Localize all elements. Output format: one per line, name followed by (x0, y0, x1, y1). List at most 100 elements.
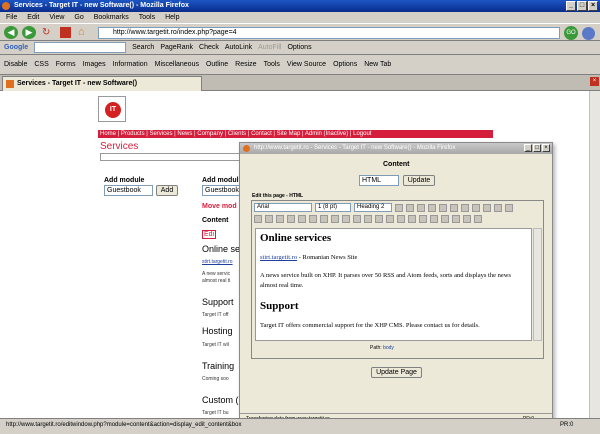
minimize-icon[interactable]: _ (524, 144, 532, 152)
table-icon[interactable] (419, 215, 427, 223)
google-search-input[interactable] (34, 42, 127, 53)
fullscreen-icon[interactable] (441, 215, 449, 223)
maximize-icon[interactable]: □ (533, 144, 541, 152)
editor-path: Path: body (370, 345, 394, 351)
popup-title: http://www.targetit.ro - Services - Targ… (254, 145, 456, 151)
edit-link[interactable]: Edi (202, 230, 217, 239)
text-color-icon[interactable] (364, 215, 372, 223)
webdev-css[interactable]: CSS (34, 61, 48, 68)
html-source-icon[interactable] (430, 215, 438, 223)
add-module-label: Add module (104, 177, 145, 184)
move-module-link[interactable]: Move mod (202, 203, 237, 210)
indent-icon[interactable] (353, 215, 361, 223)
doc-link[interactable]: stirt.targetit.ro (260, 254, 297, 261)
webdev-images[interactable]: Images (83, 61, 106, 68)
editor-scrollbar[interactable] (533, 228, 542, 341)
back-icon[interactable]: ◀ (4, 26, 18, 39)
webdev-options[interactable]: Options (333, 61, 357, 68)
size-select[interactable]: 1 (8 pt) (315, 203, 351, 212)
webdev-resize[interactable]: Resize (235, 61, 256, 68)
forward-icon[interactable]: ▶ (22, 26, 36, 39)
go-icon[interactable]: GO (564, 26, 578, 40)
subscript-icon[interactable] (439, 203, 447, 212)
add-button[interactable]: Add (156, 185, 178, 196)
bold-icon[interactable] (395, 203, 403, 212)
page-scrollbar[interactable] (589, 91, 600, 418)
close-icon[interactable]: × (588, 1, 598, 11)
add-module-select-2[interactable]: Guestbook (202, 185, 240, 196)
webdev-outline[interactable]: Outline (206, 61, 228, 68)
undo-icon[interactable] (494, 203, 502, 212)
paste-icon[interactable] (483, 203, 491, 212)
link-icon[interactable] (397, 215, 405, 223)
format-select[interactable]: HTML (359, 175, 399, 186)
check-button[interactable]: Check (199, 44, 219, 51)
superscript-icon[interactable] (450, 203, 458, 212)
close-tab-icon[interactable]: × (590, 77, 599, 86)
redo-icon[interactable] (505, 203, 513, 212)
menu-tools[interactable]: Tools (139, 12, 155, 23)
reload-icon[interactable]: ↻ (42, 27, 54, 39)
section-link[interactable]: stirt.targetit.ro (202, 259, 233, 265)
help-icon[interactable] (452, 215, 460, 223)
autolink-button[interactable]: AutoLink (225, 44, 252, 51)
outdent-icon[interactable] (342, 215, 350, 223)
status-text: http://www.targetit.ro/editwindow.php?mo… (6, 422, 242, 428)
tab-services[interactable]: Services - Target IT - new Software() (2, 76, 202, 91)
home-icon[interactable]: ⌂ (78, 26, 91, 39)
align-justify-icon[interactable] (287, 215, 295, 223)
google-options-button[interactable]: Options (287, 44, 311, 51)
menu-bookmarks[interactable]: Bookmarks (94, 12, 129, 23)
italic-icon[interactable] (406, 203, 414, 212)
menu-file[interactable]: File (6, 12, 17, 23)
update-page-button[interactable]: Update Page (371, 367, 422, 378)
webdev-information[interactable]: Information (113, 61, 148, 68)
font-select[interactable]: Arial (254, 203, 312, 212)
ltr-icon[interactable] (298, 215, 306, 223)
new-tab-button[interactable]: New Tab (364, 61, 391, 68)
webdev-miscellaneous[interactable]: Miscellaneous (155, 61, 199, 68)
tab-title: Services - Target IT - new Software() (17, 80, 138, 87)
google-search-button[interactable]: Search (132, 44, 154, 51)
webdev-view-source[interactable]: View Source (287, 61, 326, 68)
align-right-icon[interactable] (276, 215, 284, 223)
page-title: Services (100, 141, 139, 152)
cut-icon[interactable] (461, 203, 469, 212)
editor-document[interactable]: Online services stirt.targetit.ro - Roma… (255, 228, 532, 341)
site-nav[interactable]: Home | Products | Services | News | Comp… (98, 130, 493, 138)
webdev-forms[interactable]: Forms (56, 61, 76, 68)
heading-select[interactable]: Heading 2 (354, 203, 392, 212)
minimize-icon[interactable]: _ (566, 1, 576, 11)
url-input[interactable]: http://www.targetit.ro/index.php?page=4 (98, 27, 560, 39)
path-value[interactable]: body (383, 345, 394, 351)
horizontal-rule-icon[interactable] (386, 215, 394, 223)
about-icon[interactable] (463, 215, 471, 223)
menu-help[interactable]: Help (165, 12, 179, 23)
maximize-icon[interactable]: □ (577, 1, 587, 11)
menu-edit[interactable]: Edit (27, 12, 39, 23)
site-logo[interactable]: IT (98, 96, 126, 122)
stop-icon[interactable] (60, 27, 71, 38)
align-center-icon[interactable] (265, 215, 273, 223)
rtl-icon[interactable] (309, 215, 317, 223)
update-button[interactable]: Update (403, 175, 435, 186)
section-heading: Training (202, 361, 235, 371)
underline-icon[interactable] (417, 203, 425, 212)
copy-icon[interactable] (472, 203, 480, 212)
align-left-icon[interactable] (254, 215, 262, 223)
image-icon[interactable] (408, 215, 416, 223)
add-module-select[interactable]: Guestbook (104, 185, 153, 196)
webdev-disable[interactable]: Disable (4, 61, 27, 68)
pagerank-button[interactable]: PageRank (160, 44, 193, 51)
close-icon[interactable]: × (542, 144, 550, 152)
unordered-list-icon[interactable] (331, 215, 339, 223)
autofill-button[interactable]: AutoFill (258, 44, 281, 51)
bg-color-icon[interactable] (375, 215, 383, 223)
menu-go[interactable]: Go (74, 12, 83, 23)
menu-view[interactable]: View (49, 12, 64, 23)
ordered-list-icon[interactable] (320, 215, 328, 223)
webdev-tools[interactable]: Tools (264, 61, 280, 68)
strikethrough-icon[interactable] (428, 203, 436, 212)
preview-icon[interactable] (474, 215, 482, 223)
title-input[interactable] (100, 153, 248, 161)
